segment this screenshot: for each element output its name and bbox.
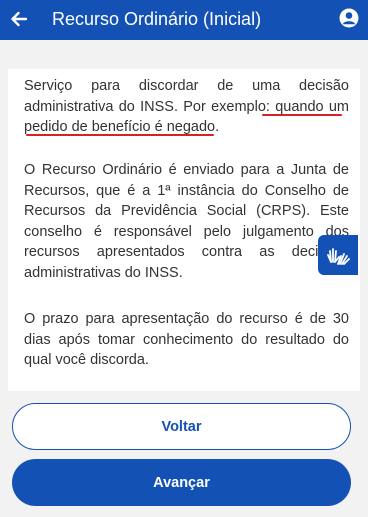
highlight-underline bbox=[26, 134, 214, 136]
footer-actions: Voltar Avançar bbox=[0, 391, 368, 517]
intro-paragraph: Serviço para discordar de uma decisão ad… bbox=[24, 76, 349, 138]
service-description-card: Serviço para discordar de uma decisão ad… bbox=[8, 69, 360, 391]
deadline-paragraph: O prazo para apresentação do recurso é d… bbox=[24, 311, 349, 368]
content-area: Serviço para discordar de uma decisão ad… bbox=[0, 69, 368, 391]
app-header: Recurso Ordinário (Inicial) bbox=[0, 0, 368, 40]
next-button[interactable]: Avançar bbox=[12, 459, 351, 506]
sign-language-hands-icon bbox=[327, 248, 350, 265]
user-profile-button[interactable] bbox=[338, 7, 360, 29]
junta-paragraph: O Recurso Ordinário é enviado para a Jun… bbox=[24, 162, 349, 281]
vlibras-accessibility-button[interactable] bbox=[318, 235, 358, 275]
highlight-underline bbox=[262, 114, 342, 116]
page-title: Recurso Ordinário (Inicial) bbox=[52, 9, 262, 29]
header-spacer bbox=[0, 40, 368, 69]
back-button[interactable] bbox=[8, 8, 30, 30]
arrow-left-icon bbox=[11, 11, 28, 27]
user-circle-icon bbox=[339, 8, 359, 28]
back-nav-button[interactable]: Voltar bbox=[12, 403, 351, 450]
